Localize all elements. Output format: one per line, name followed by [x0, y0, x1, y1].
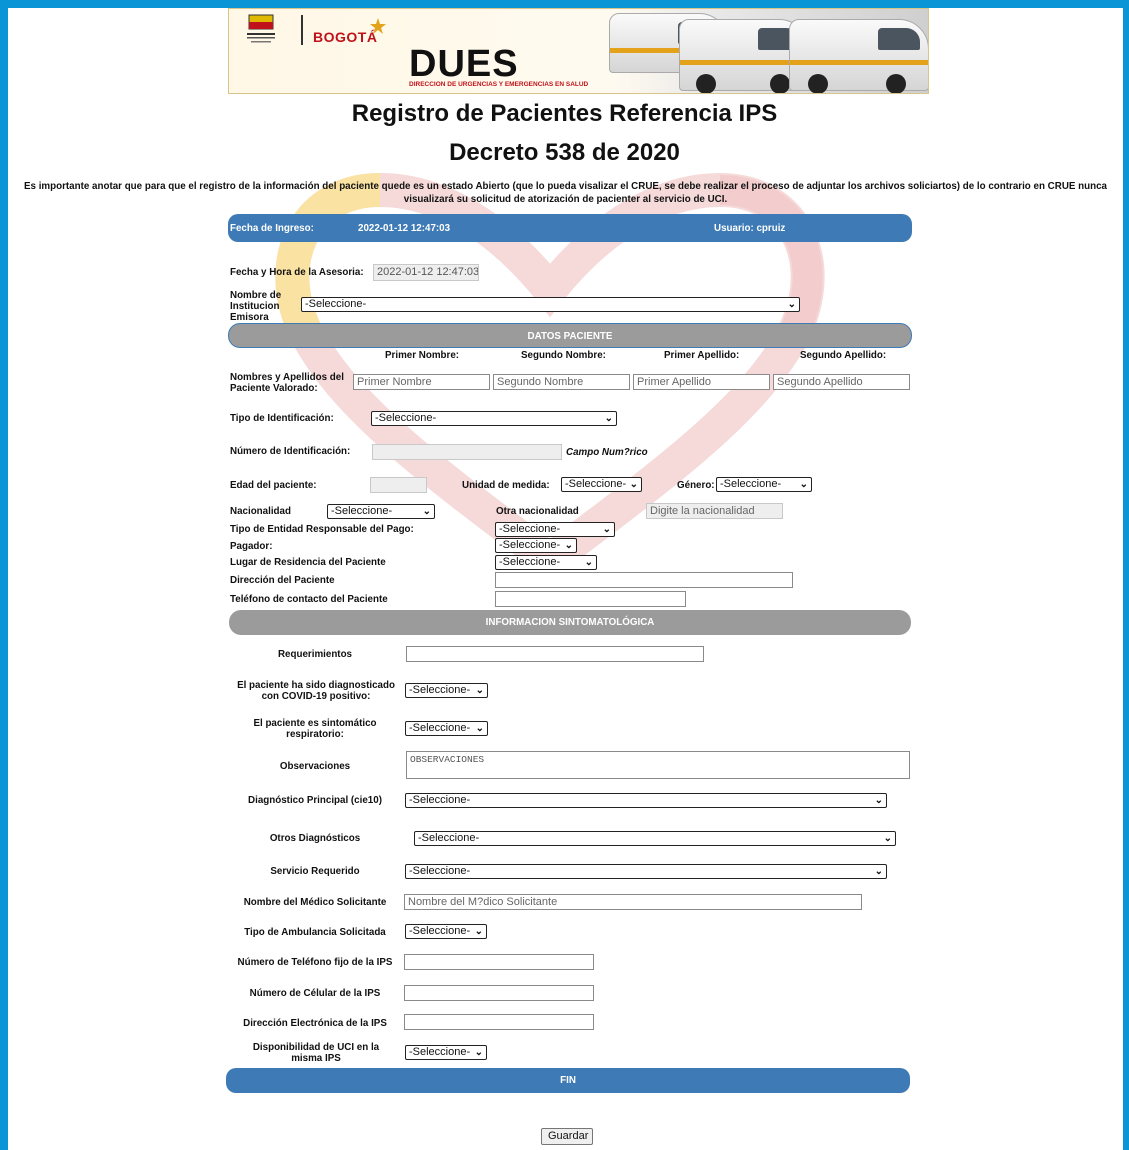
chevron-down-icon: ⌄: [874, 795, 883, 806]
observaciones-textarea[interactable]: OBSERVACIONES: [406, 751, 910, 779]
email-input[interactable]: [404, 1014, 594, 1030]
observaciones-label: Observaciones: [279, 761, 351, 772]
covid-select[interactable]: -Seleccione- ⌄: [405, 683, 488, 698]
sintomatico-label: El paciente es sintomático respiratorio:: [253, 718, 377, 740]
uci-select[interactable]: -Seleccione- ⌄: [405, 1045, 487, 1060]
requerimientos-label: Requerimientos: [277, 649, 353, 660]
sintomatico-select[interactable]: -Seleccione- ⌄: [405, 721, 488, 736]
bogota-logo: BOGOTÁ: [313, 29, 378, 45]
edad-input[interactable]: [370, 477, 427, 493]
requerimientos-input[interactable]: [406, 646, 704, 662]
chevron-down-icon: ⌄: [474, 1047, 483, 1058]
medico-label: Nombre del Médico Solicitante: [243, 897, 387, 908]
num-id-hint: Campo Num?rico: [566, 447, 648, 458]
datos-paciente-header: DATOS PACIENTE: [228, 323, 912, 348]
telefono-label: Teléfono de contacto del Paciente: [230, 594, 388, 605]
save-button[interactable]: Guardar: [541, 1128, 593, 1145]
chevron-down-icon: ⌄: [799, 479, 808, 490]
otra-nacionalidad-label: Otra nacionalidad: [496, 506, 579, 517]
asesoria-input[interactable]: 2022-01-12 12:47:03: [373, 264, 479, 281]
banner-separator: [301, 15, 303, 45]
genero-select[interactable]: -Seleccione- ⌄: [716, 477, 812, 492]
chevron-down-icon: ⌄: [787, 299, 796, 310]
bogota-seal-icon: [247, 14, 275, 43]
nacionalidad-label: Nacionalidad: [230, 506, 291, 517]
celular-label: Número de Célular de la IPS: [249, 988, 381, 999]
edad-label: Edad del paciente:: [230, 480, 317, 491]
residencia-label: Lugar de Residencia del Paciente: [230, 557, 386, 568]
diag-principal-label: Diagnóstico Principal (cie10): [248, 795, 382, 806]
chevron-down-icon: ⌄: [584, 557, 593, 568]
chevron-down-icon: ⌄: [883, 833, 892, 844]
dues-logo: DUES: [409, 43, 519, 85]
col-header-primer-apellido: Primer Apellido:: [664, 350, 740, 361]
num-id-input[interactable]: [372, 444, 562, 460]
chevron-down-icon: ⌄: [874, 866, 883, 877]
ambulancia-select[interactable]: -Seleccione- ⌄: [405, 924, 487, 939]
chevron-down-icon: ⌄: [604, 413, 613, 424]
institucion-select[interactable]: -Seleccione- ⌄: [301, 297, 800, 312]
segundo-nombre-input[interactable]: Segundo Nombre: [493, 374, 630, 390]
telefono-input[interactable]: [495, 591, 686, 607]
otros-diag-label: Otros Diagnósticos: [269, 833, 361, 844]
col-header-segundo-apellido: Segundo Apellido:: [800, 350, 887, 361]
chevron-down-icon: ⌄: [629, 479, 638, 490]
servicio-select[interactable]: -Seleccione- ⌄: [405, 864, 887, 879]
tel-fijo-input[interactable]: [404, 954, 594, 970]
unidad-select[interactable]: -Seleccione- ⌄: [561, 477, 642, 492]
chevron-down-icon: ⌄: [564, 540, 573, 551]
entidad-label: Tipo de Entidad Responsable del Pago:: [230, 524, 414, 535]
fecha-ingreso-label: Fecha de Ingreso:: [230, 223, 314, 234]
primer-nombre-input[interactable]: Primer Nombre: [353, 374, 490, 390]
header-info-bar: Fecha de Ingreso: 2022-01-12 12:47:03 Us…: [228, 214, 912, 242]
nacionalidad-select[interactable]: -Seleccione- ⌄: [327, 504, 435, 519]
covid-label: El paciente ha sido diagnosticado con CO…: [237, 680, 395, 702]
fecha-ingreso-value: 2022-01-12 12:47:03: [358, 223, 451, 234]
page-subtitle: Decreto 538 de 2020: [449, 139, 680, 166]
uci-label: Disponibilidad de UCI en la misma IPS: [252, 1042, 380, 1064]
header-banner: BOGOTÁ DUES DIRECCION DE URGENCIAS Y EME…: [228, 8, 929, 94]
chevron-down-icon: ⌄: [475, 685, 484, 696]
pagador-select[interactable]: -Seleccione- ⌄: [495, 538, 577, 553]
asesoria-label: Fecha y Hora de la Asesoria:: [230, 267, 364, 278]
chevron-down-icon: ⌄: [475, 723, 484, 734]
chevron-down-icon: ⌄: [422, 506, 431, 517]
otros-diag-select[interactable]: -Seleccione- ⌄: [414, 831, 896, 846]
col-header-segundo-nombre: Segundo Nombre:: [521, 350, 606, 361]
tipo-id-label: Tipo de Identificación:: [230, 413, 334, 424]
chevron-down-icon: ⌄: [474, 926, 483, 937]
pagador-label: Pagador:: [230, 541, 273, 552]
tipo-id-select[interactable]: -Seleccione- ⌄: [371, 411, 617, 426]
ambulance-image: [789, 19, 928, 93]
info-note: Es importante anotar que para que el reg…: [23, 181, 1107, 205]
num-id-label: Número de Identificación:: [230, 446, 351, 457]
celular-input[interactable]: [404, 985, 594, 1001]
tel-fijo-label: Número de Teléfono fijo de la IPS: [237, 957, 393, 968]
star-icon: [370, 18, 386, 34]
nombres-label: Nombres y Apellidos del Paciente Valorad…: [230, 372, 344, 394]
unidad-label: Unidad de medida:: [462, 480, 550, 491]
ambulancia-label: Tipo de Ambulancia Solicitada: [244, 927, 386, 938]
servicio-label: Servicio Requerido: [270, 866, 360, 877]
direccion-label: Dirección del Paciente: [230, 575, 335, 586]
usuario-label: Usuario: cpruiz: [714, 223, 786, 234]
primer-apellido-input[interactable]: Primer Apellido: [633, 374, 770, 390]
sintomas-header: INFORMACION SINTOMATOLÓGICA: [229, 610, 911, 635]
fin-bar: FIN: [226, 1068, 910, 1093]
medico-input[interactable]: Nombre del M?dico Solicitante: [404, 894, 862, 910]
residencia-select[interactable]: -Seleccione- ⌄: [495, 555, 597, 570]
direccion-input[interactable]: [495, 572, 793, 588]
chevron-down-icon: ⌄: [602, 524, 611, 535]
genero-label: Género:: [677, 480, 715, 491]
segundo-apellido-input[interactable]: Segundo Apellido: [773, 374, 910, 390]
otra-nacionalidad-input[interactable]: Digite la nacionalidad: [646, 503, 783, 519]
col-header-primer-nombre: Primer Nombre:: [385, 350, 460, 361]
institucion-label: Nombre de Institucion Emisora: [230, 290, 282, 323]
page-title: Registro de Pacientes Referencia IPS: [351, 100, 778, 127]
email-label: Dirección Electrónica de la IPS: [243, 1018, 387, 1029]
entidad-select[interactable]: -Seleccione- ⌄: [495, 522, 615, 537]
dues-subtitle: DIRECCION DE URGENCIAS Y EMERGENCIAS EN …: [409, 81, 589, 88]
diag-principal-select[interactable]: -Seleccione- ⌄: [405, 793, 887, 808]
